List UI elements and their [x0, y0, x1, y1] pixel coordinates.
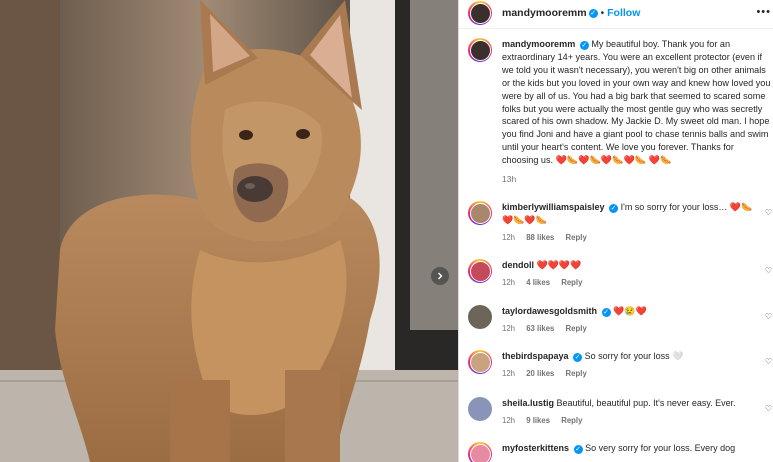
avatar[interactable]: [468, 259, 492, 283]
verified-badge-icon: ✓: [601, 308, 611, 317]
comment-likes[interactable]: 20 likes: [526, 369, 554, 378]
comment-meta: 12h 88 likes Reply: [502, 231, 760, 244]
caption-username[interactable]: mandymooremm: [502, 39, 575, 49]
reply-button[interactable]: Reply: [561, 278, 582, 287]
verified-badge-icon: ✓: [579, 41, 589, 50]
post-sidebar: mandymooremm ✓ • Follow ••• mandymooremm…: [458, 0, 773, 462]
verified-badge-icon: ✓: [573, 445, 583, 454]
comment-item: thebirdspapaya ✓ So sorry for your loss …: [468, 350, 773, 380]
more-options-icon[interactable]: •••: [756, 6, 771, 18]
comment-meta: 12h 4 likes Reply: [502, 276, 760, 289]
caption-text: My beautiful boy. Thank you for an extra…: [502, 39, 771, 166]
comment-item: sheila.lustig Beautiful, beautiful pup. …: [468, 397, 773, 427]
heart-outline-icon[interactable]: ♡: [765, 357, 772, 366]
comment-username[interactable]: sheila.lustig: [502, 398, 554, 408]
follow-button[interactable]: Follow: [607, 7, 640, 19]
heart-outline-icon[interactable]: ♡: [765, 404, 772, 413]
dog-photo: [0, 0, 458, 462]
reply-button[interactable]: Reply: [566, 369, 587, 378]
comment-time[interactable]: 12h: [502, 369, 515, 378]
post-caption: mandymooremm ✓ My beautiful boy. Thank y…: [468, 38, 773, 186]
comment-item: myfosterkittens ✓ So very sorry for your…: [468, 442, 773, 462]
comment-meta: 12h 20 likes Reply: [502, 367, 760, 380]
comment-time[interactable]: 12h: [502, 416, 515, 425]
post-username[interactable]: mandymooremm: [502, 7, 587, 19]
comment-text: Beautiful, beautiful pup. It's never eas…: [556, 398, 736, 408]
avatar[interactable]: [468, 442, 492, 462]
post-timestamp[interactable]: 13h: [502, 173, 772, 186]
chevron-right-icon: [438, 272, 443, 280]
caption-emojis: ❤️🌭❤️🌭❤️🌭❤️🌭 ❤️🌭: [555, 155, 672, 166]
post-header: mandymooremm ✓ • Follow •••: [459, 0, 773, 26]
heart-outline-icon[interactable]: ♡: [765, 208, 772, 217]
comment-item: taylordawesgoldsmith ✓ ❤️😢❤️ 12h 63 like…: [468, 305, 773, 335]
separator-dot: •: [600, 7, 605, 19]
comment-username[interactable]: kimberlywilliamspaisley: [502, 202, 605, 212]
comment-time[interactable]: 12h: [502, 233, 515, 242]
post-media[interactable]: [0, 0, 458, 462]
comment-text: ❤️😢❤️: [613, 306, 647, 316]
avatar[interactable]: [468, 201, 492, 225]
comment-username[interactable]: dendoll: [502, 260, 534, 270]
comment-likes[interactable]: 4 likes: [526, 278, 550, 287]
comment-time[interactable]: 12h: [502, 278, 515, 287]
comment-text: ❤️❤️❤️❤️: [536, 260, 582, 270]
carousel-next-button[interactable]: [431, 267, 449, 285]
comment-likes[interactable]: 9 likes: [526, 416, 550, 425]
comment-time[interactable]: 12h: [502, 324, 515, 333]
avatar[interactable]: [468, 1, 492, 25]
heart-outline-icon[interactable]: ♡: [765, 266, 772, 275]
comment-likes[interactable]: 88 likes: [526, 233, 554, 242]
comment-meta: 12h 63 likes Reply: [502, 322, 760, 335]
reply-button[interactable]: Reply: [566, 324, 587, 333]
header-divider: [459, 28, 773, 29]
comment-text: So sorry for your loss 🤍: [584, 351, 684, 361]
comment-item: kimberlywilliamspaisley ✓ I'm so sorry f…: [468, 201, 773, 244]
heart-outline-icon[interactable]: ♡: [765, 312, 772, 321]
verified-badge-icon: ✓: [573, 353, 583, 362]
avatar[interactable]: [468, 305, 492, 329]
reply-button[interactable]: Reply: [561, 416, 582, 425]
comment-username[interactable]: taylordawesgoldsmith: [502, 306, 597, 316]
comment-item: dendoll ❤️❤️❤️❤️ 12h 4 likes Reply ♡: [468, 259, 773, 289]
comment-meta: 12h 9 likes Reply: [502, 414, 760, 427]
verified-badge-icon: ✓: [609, 204, 619, 213]
verified-badge-icon: ✓: [588, 8, 598, 18]
avatar[interactable]: [468, 397, 492, 421]
reply-button[interactable]: Reply: [566, 233, 587, 242]
comment-text: So very sorry for your loss. Every dog: [585, 443, 736, 453]
avatar[interactable]: [468, 350, 492, 374]
avatar[interactable]: [468, 38, 492, 62]
comment-username[interactable]: myfosterkittens: [502, 443, 569, 453]
comment-username[interactable]: thebirdspapaya: [502, 351, 569, 361]
comment-likes[interactable]: 63 likes: [526, 324, 554, 333]
